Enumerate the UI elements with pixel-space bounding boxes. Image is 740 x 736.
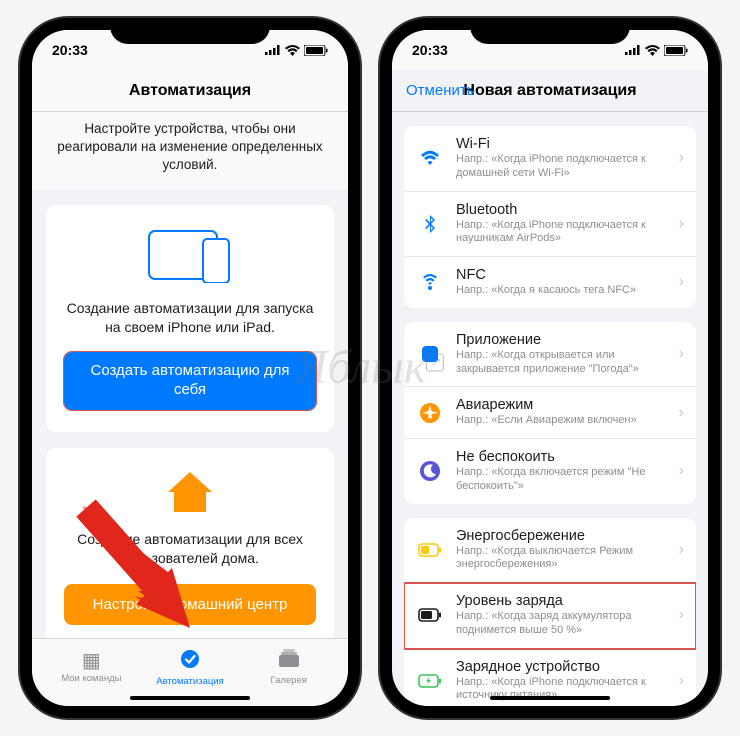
- notch: [110, 18, 270, 44]
- nav-header: Автоматизация: [32, 70, 348, 112]
- tab-label: Автоматизация: [156, 676, 224, 687]
- cellular-icon: [265, 45, 281, 55]
- row-title: NFC: [456, 267, 673, 283]
- battery-status-icon: [304, 45, 328, 56]
- nfc-icon: [416, 268, 444, 296]
- setup-home-hub-button[interactable]: Настроить домашний центр: [64, 584, 316, 625]
- trigger-row-nfc[interactable]: NFC Напр.: «Когда я касаюсь тега NFC» ›: [404, 257, 696, 308]
- subtitle: Настройте устройства, чтобы они реагиров…: [32, 112, 348, 189]
- row-subtitle: Напр.: «Когда включается режим "Не беспо…: [456, 466, 673, 494]
- tab-my-shortcuts[interactable]: ▦ Мои команды: [42, 651, 141, 684]
- trigger-row-bluetooth[interactable]: Bluetooth Напр.: «Когда iPhone подключае…: [404, 192, 696, 258]
- nav-header: Отменить Новая автоматизация: [392, 70, 708, 112]
- grid-icon: ▦: [42, 651, 141, 671]
- charger-icon: [416, 667, 444, 695]
- trigger-row-lowpower[interactable]: Энергосбережение Напр.: «Когда выключает…: [404, 518, 696, 584]
- row-subtitle: Напр.: «Если Авиарежим включен»: [456, 414, 673, 428]
- cancel-button[interactable]: Отменить: [406, 82, 475, 99]
- row-subtitle: Напр.: «Когда заряд аккумулятора подниме…: [456, 610, 673, 638]
- card-personal-text: Создание автоматизации для запуска на св…: [64, 299, 316, 337]
- devices-icon: [145, 227, 235, 283]
- wifi-icon: [416, 144, 444, 172]
- row-title: Уровень заряда: [456, 593, 673, 609]
- tab-label: Мои команды: [61, 673, 121, 684]
- home-indicator: [490, 696, 610, 700]
- dnd-icon: [416, 457, 444, 485]
- trigger-row-airplane[interactable]: Авиарежим Напр.: «Если Авиарежим включен…: [404, 387, 696, 439]
- row-title: Bluetooth: [456, 202, 673, 218]
- chevron-right-icon: ›: [679, 345, 684, 363]
- chevron-right-icon: ›: [679, 273, 684, 291]
- chevron-right-icon: ›: [679, 541, 684, 559]
- chevron-right-icon: ›: [679, 149, 684, 167]
- wifi-status-icon: [645, 45, 660, 56]
- row-subtitle: Напр.: «Когда выключается Режим энергосб…: [456, 545, 673, 573]
- card-home-automation: Создание автоматизации для всех пользова…: [46, 448, 334, 647]
- wifi-status-icon: [285, 45, 300, 56]
- row-subtitle: Напр.: «Когда открывается или закрываетс…: [456, 349, 673, 377]
- battery-status-icon: [664, 45, 688, 56]
- phone-right: 20:33 Отменить Новая автоматизация Wi-Fi…: [380, 18, 720, 718]
- lowpower-icon: [416, 536, 444, 564]
- trigger-row-battery[interactable]: Уровень заряда Напр.: «Когда заряд аккум…: [404, 583, 696, 649]
- battery-icon: [416, 601, 444, 629]
- trigger-row-dnd[interactable]: Не беспокоить Напр.: «Когда включается р…: [404, 439, 696, 504]
- row-subtitle: Напр.: «Когда iPhone подключается к дома…: [456, 153, 673, 181]
- row-title: Приложение: [456, 332, 673, 348]
- row-title: Энергосбережение: [456, 528, 673, 544]
- row-title: Авиарежим: [456, 397, 673, 413]
- status-time: 20:33: [412, 42, 448, 58]
- gallery-icon: [239, 649, 338, 673]
- app-icon: [416, 340, 444, 368]
- chevron-right-icon: ›: [679, 672, 684, 690]
- row-subtitle: Напр.: «Когда я касаюсь тега NFC»: [456, 284, 673, 298]
- bluetooth-icon: [416, 210, 444, 238]
- page-title: Новая автоматизация: [463, 82, 636, 100]
- card-personal-automation: Создание автоматизации для запуска на св…: [46, 205, 334, 432]
- home-icon: [166, 470, 214, 514]
- status-time: 20:33: [52, 42, 88, 58]
- list-group: Приложение Напр.: «Когда открывается или…: [404, 322, 696, 504]
- home-indicator: [130, 696, 250, 700]
- chevron-right-icon: ›: [679, 606, 684, 624]
- row-title: Не беспокоить: [456, 449, 673, 465]
- list-group: Энергосбережение Напр.: «Когда выключает…: [404, 518, 696, 707]
- page-title: Автоматизация: [129, 82, 251, 100]
- trigger-row-wifi[interactable]: Wi-Fi Напр.: «Когда iPhone подключается …: [404, 126, 696, 192]
- cellular-icon: [625, 45, 641, 55]
- chevron-right-icon: ›: [679, 462, 684, 480]
- row-title: Зарядное устройство: [456, 659, 673, 675]
- card-home-text: Создание автоматизации для всех пользова…: [64, 530, 316, 568]
- notch: [470, 18, 630, 44]
- create-personal-automation-button[interactable]: Создать автоматизацию для себя: [64, 352, 316, 410]
- phone-left: 20:33 Автоматизация Настройте устройства…: [20, 18, 360, 718]
- automation-tab-icon: [141, 648, 240, 674]
- tab-automation[interactable]: Автоматизация: [141, 648, 240, 687]
- row-subtitle: Напр.: «Когда iPhone подключается к науш…: [456, 219, 673, 247]
- trigger-row-app[interactable]: Приложение Напр.: «Когда открывается или…: [404, 322, 696, 388]
- airplane-icon: [416, 399, 444, 427]
- row-title: Wi-Fi: [456, 136, 673, 152]
- chevron-right-icon: ›: [679, 404, 684, 422]
- list-group: Wi-Fi Напр.: «Когда iPhone подключается …: [404, 126, 696, 308]
- tab-gallery[interactable]: Галерея: [239, 649, 338, 686]
- chevron-right-icon: ›: [679, 215, 684, 233]
- tab-label: Галерея: [270, 675, 306, 686]
